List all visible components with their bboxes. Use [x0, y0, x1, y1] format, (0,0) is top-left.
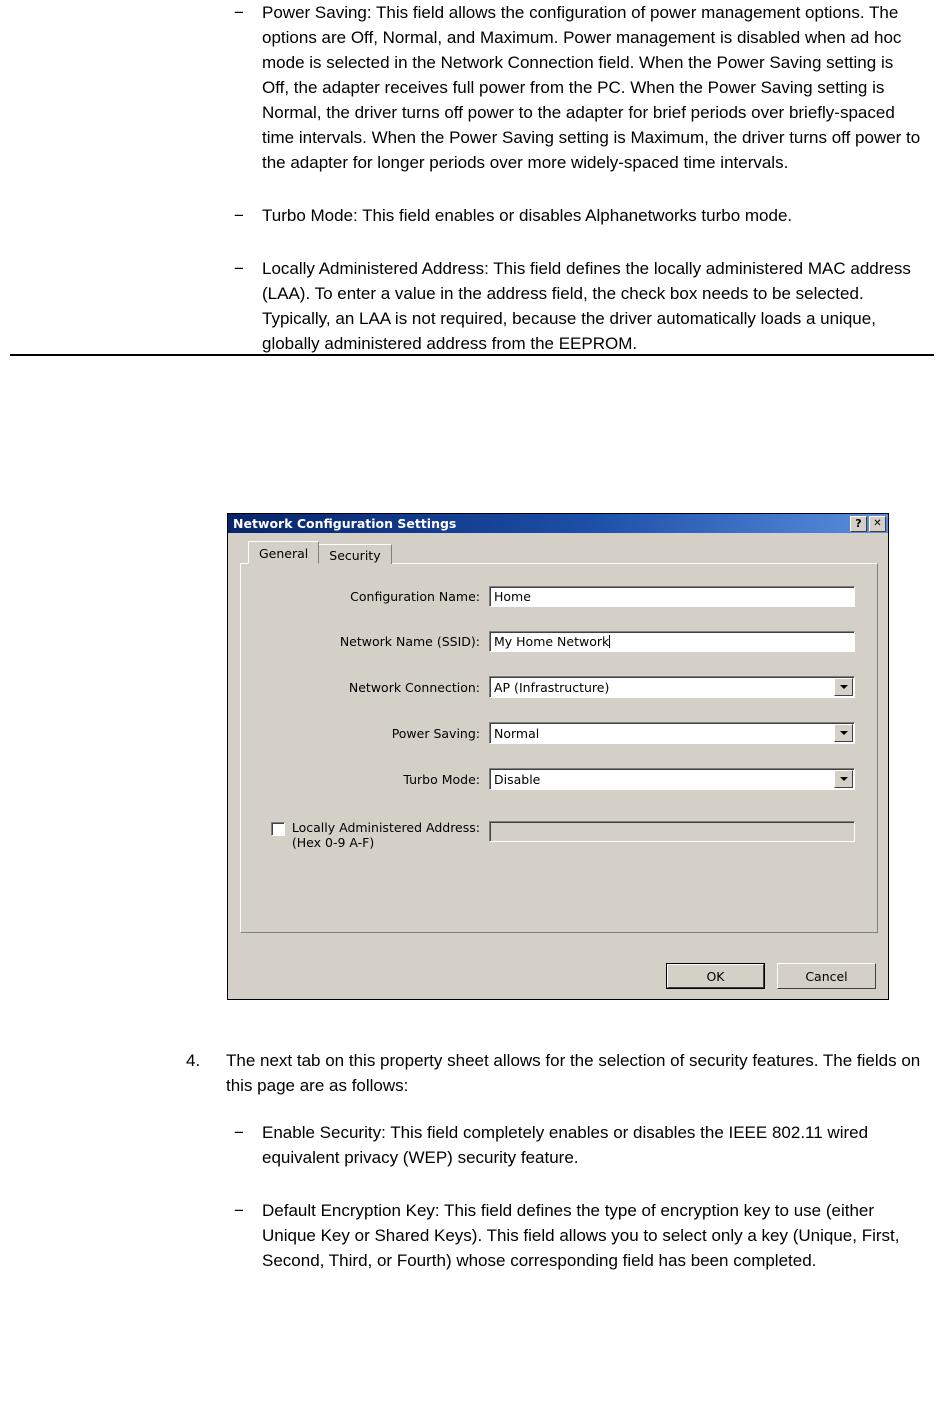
list-item: − Locally Administered Address: This fie… — [224, 256, 944, 356]
numbered-list-item: 4. The next tab on this property sheet a… — [186, 1048, 944, 1098]
dialog-title: Network Configuration Settings — [233, 516, 457, 531]
laa-labels: Locally Administered Address: (Hex 0-9 A… — [292, 820, 480, 850]
chevron-down-icon[interactable] — [834, 770, 853, 788]
bullet-text: Enable Security: This field completely e… — [262, 1123, 869, 1167]
locally-administered-address-row: Locally Administered Address: (Hex 0-9 A… — [251, 820, 855, 850]
network-connection-select[interactable]: AP (Infrastructure) — [489, 676, 855, 698]
dialog-body: General Security Configuration Name: Hom… — [228, 533, 888, 999]
turbo-mode-value: Disable — [494, 772, 541, 787]
configuration-name-label: Configuration Name: — [350, 589, 480, 604]
power-saving-value: Normal — [494, 726, 540, 741]
laa-label-group: Locally Administered Address: (Hex 0-9 A… — [251, 820, 489, 850]
list-item: − Default Encryption Key: This field def… — [224, 1198, 944, 1273]
help-icon[interactable]: ? — [850, 515, 867, 532]
network-configuration-dialog-image: Network Configuration Settings ? ✕ Gener… — [227, 513, 889, 1000]
bullet-list-bottom: − Enable Security: This field completely… — [224, 1120, 944, 1273]
laa-input[interactable] — [489, 821, 855, 842]
titlebar-buttons: ? ✕ — [850, 515, 886, 532]
configuration-name-row: Configuration Name: Home — [251, 586, 855, 607]
network-connection-row: Network Connection: AP (Infrastructure) — [251, 676, 855, 698]
ssid-value: My Home Network — [494, 634, 610, 649]
dialog-titlebar: Network Configuration Settings ? ✕ — [228, 514, 888, 533]
list-item: − Turbo Mode: This field enables or disa… — [224, 203, 944, 228]
general-tab-panel: Configuration Name: Home Network Name (S… — [240, 563, 878, 933]
section-step-4: 4. The next tab on this property sheet a… — [0, 1048, 944, 1295]
ssid-row: Network Name (SSID): My Home Network — [251, 631, 855, 652]
bullet-marker: − — [234, 1201, 244, 1220]
ssid-label: Network Name (SSID): — [339, 634, 480, 649]
ssid-input[interactable]: My Home Network — [489, 631, 855, 652]
power-saving-label: Power Saving: — [391, 725, 480, 741]
list-item: − Enable Security: This field completely… — [224, 1120, 944, 1170]
step-text: The next tab on this property sheet allo… — [226, 1051, 921, 1095]
network-connection-value: AP (Infrastructure) — [494, 680, 610, 695]
chevron-down-icon[interactable] — [834, 678, 853, 696]
network-configuration-dialog: Network Configuration Settings ? ✕ Gener… — [227, 513, 889, 1000]
turbo-mode-select[interactable]: Disable — [489, 768, 855, 790]
bullet-text: Power Saving: This field allows the conf… — [262, 3, 921, 172]
bullet-marker: − — [234, 3, 244, 22]
network-connection-label: Network Connection: — [348, 679, 480, 695]
ok-button[interactable]: OK — [666, 963, 765, 989]
tab-general[interactable]: General — [248, 541, 320, 564]
bullet-marker: − — [234, 1123, 244, 1142]
text-caret — [609, 635, 611, 648]
bullet-text: Locally Administered Address: This field… — [262, 259, 911, 353]
bullet-text: Default Encryption Key: This field defin… — [262, 1201, 900, 1270]
tab-security[interactable]: Security — [318, 544, 392, 564]
bullet-list-top: − Power Saving: This field allows the co… — [224, 0, 944, 356]
bullet-marker: − — [234, 206, 244, 225]
power-saving-row: Power Saving: Normal — [251, 722, 855, 744]
bullet-marker: − — [234, 259, 244, 278]
power-saving-select[interactable]: Normal — [489, 722, 855, 744]
step-number: 4. — [186, 1051, 201, 1070]
laa-label-line2: (Hex 0-9 A-F) — [291, 835, 375, 850]
configuration-name-input[interactable]: Home — [489, 586, 855, 607]
footer-divider — [10, 354, 934, 356]
list-item: − Power Saving: This field allows the co… — [224, 0, 944, 175]
bullet-text: Turbo Mode: This field enables or disabl… — [262, 206, 793, 225]
laa-label-line1: Locally Administered Address: — [291, 820, 480, 835]
ok-button-label: OK — [667, 964, 764, 988]
document-body: − Power Saving: This field allows the co… — [0, 0, 944, 1270]
dialog-button-row: OK Cancel — [666, 963, 876, 989]
turbo-mode-label: Turbo Mode: — [403, 771, 480, 787]
cancel-button[interactable]: Cancel — [777, 963, 876, 989]
turbo-mode-row: Turbo Mode: Disable — [251, 768, 855, 790]
laa-checkbox[interactable] — [270, 822, 285, 836]
close-icon[interactable]: ✕ — [869, 515, 886, 532]
chevron-down-icon[interactable] — [834, 724, 853, 742]
tab-strip: General Security — [240, 541, 878, 564]
